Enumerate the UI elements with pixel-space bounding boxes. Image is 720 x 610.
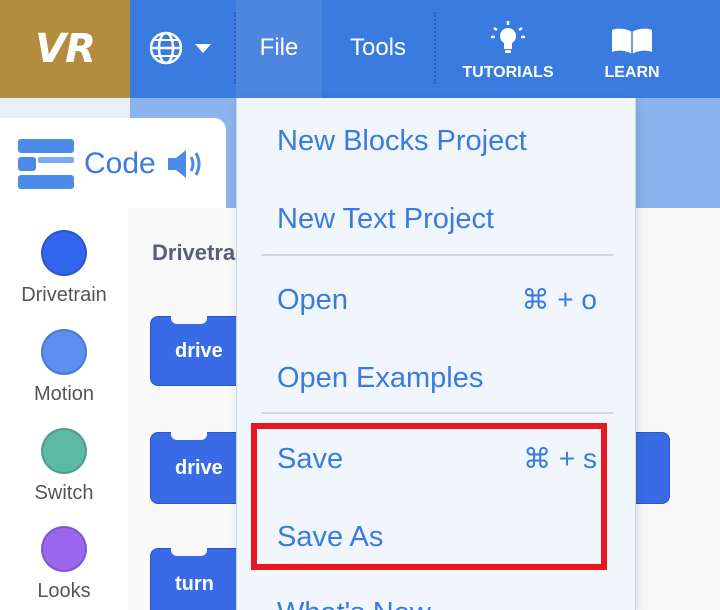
menu-item-open-examples[interactable]: Open Examples [277, 360, 597, 396]
category-list: Drivetrain Motion Switch Looks [0, 208, 128, 610]
globe-icon [149, 31, 183, 65]
menu-item-new-text-project[interactable]: New Text Project [277, 201, 597, 237]
learn-button[interactable]: LEARN [590, 10, 674, 90]
category-dot [41, 230, 87, 276]
highlight-box [251, 423, 607, 570]
learn-label: LEARN [604, 64, 660, 81]
category-looks[interactable]: Looks [0, 526, 128, 603]
menu-item-whats-new[interactable]: What's New [277, 595, 597, 610]
menu-item-open[interactable]: Open ⌘ + o [277, 282, 597, 318]
menu-item-new-blocks-project[interactable]: New Blocks Project [277, 123, 597, 159]
menu-divider [261, 254, 613, 256]
category-label: Looks [37, 580, 91, 602]
block-notch [171, 316, 207, 324]
category-dot [41, 329, 87, 375]
block-label: turn [175, 572, 214, 595]
menu-item-shortcut: ⌘ + o [521, 284, 597, 315]
category-drivetrain[interactable]: Drivetrain [0, 230, 128, 307]
vr-logo[interactable]: VR [0, 0, 130, 98]
menu-separator [434, 12, 436, 84]
code-tab-label: Code [84, 147, 156, 180]
category-motion[interactable]: Motion [0, 329, 128, 406]
menu-item-label: Open Examples [277, 362, 484, 394]
code-blocks-icon [18, 139, 74, 189]
category-dot [41, 428, 87, 474]
category-dot [41, 526, 87, 572]
book-icon [612, 28, 652, 54]
lightbulb-icon [491, 21, 525, 53]
code-tab[interactable]: Code [0, 118, 226, 210]
category-switch[interactable]: Switch [0, 428, 128, 505]
chevron-down-icon [195, 44, 211, 53]
menu-item-label: New Text Project [277, 203, 495, 235]
category-label: Switch [34, 482, 94, 504]
tutorials-button[interactable]: TUTORIALS [452, 10, 564, 90]
tools-menu-button[interactable]: Tools [322, 0, 434, 98]
block-notch [171, 548, 207, 556]
category-label: Motion [33, 383, 95, 405]
block-label: drive [175, 339, 223, 362]
menu-item-label: New Blocks Project [277, 125, 527, 157]
file-menu-button[interactable]: File [236, 0, 322, 98]
top-bar: VR File Tools TUTORIALS LEARN [0, 0, 720, 98]
block-notch [171, 432, 207, 440]
language-menu-button[interactable] [148, 28, 220, 68]
menu-divider [261, 412, 613, 414]
block-label: drive [175, 456, 223, 479]
tutorials-label: TUTORIALS [462, 64, 554, 81]
menu-item-label: Open [277, 284, 348, 316]
menu-item-label: What's New [277, 595, 431, 610]
speaker-icon[interactable] [166, 147, 206, 181]
category-label: Drivetrain [21, 284, 107, 306]
